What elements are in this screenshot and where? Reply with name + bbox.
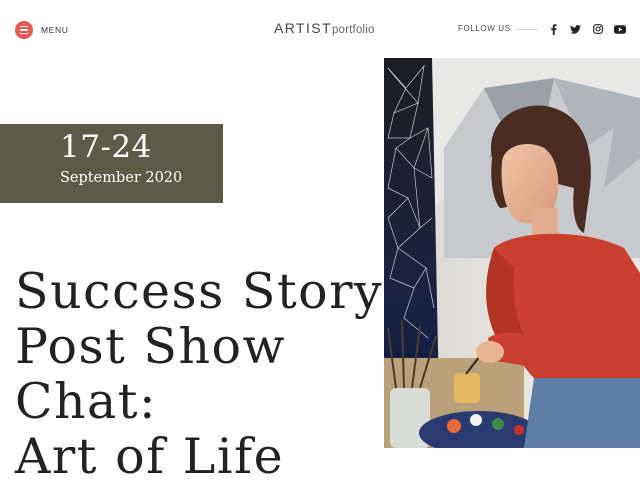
facebook-icon[interactable] <box>547 23 559 35</box>
event-date-range: 17-24 <box>60 129 152 165</box>
post-title-line: Post Show <box>15 318 286 375</box>
menu-button[interactable]: MENU <box>15 21 68 39</box>
post-title: Success Story Post Show Chat: Art of Lif… <box>15 263 384 485</box>
post-title-line: Chat: <box>15 373 157 430</box>
twitter-icon[interactable] <box>569 23 581 35</box>
follow-divider <box>516 29 538 30</box>
instagram-icon[interactable] <box>592 23 604 35</box>
follow-us-label: FOLLOW US <box>458 24 511 33</box>
logo-sub-text: portfolio <box>331 24 375 36</box>
site-logo[interactable]: ARTIST portfolio <box>274 20 375 38</box>
menu-label: MENU <box>41 25 69 35</box>
youtube-icon[interactable] <box>614 23 626 35</box>
event-month-year: September 2020 <box>60 170 183 186</box>
hamburger-icon <box>15 21 33 39</box>
post-title-line: Success Story <box>15 263 384 320</box>
post-title-line: Art of Life <box>15 428 285 485</box>
artist-painting-photo <box>384 58 640 448</box>
site-header: MENU ARTIST portfolio FOLLOW US <box>0 0 640 58</box>
logo-main-text: ARTIST <box>274 20 332 36</box>
